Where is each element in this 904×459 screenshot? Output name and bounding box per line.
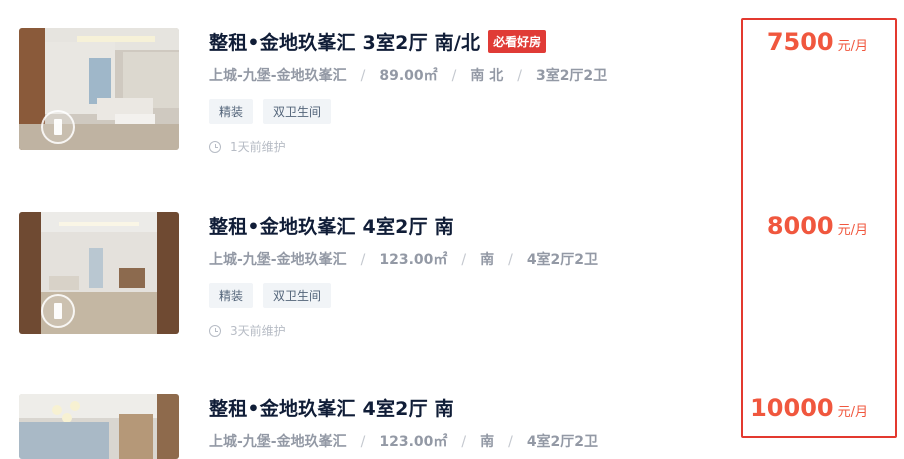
listing-item[interactable]: 整租•金地玖峯汇 3室2厅 南/北 必看好房 上城-九堡-金地玖峯汇 / 89.00… [0, 28, 904, 208]
clock-icon [209, 140, 221, 153]
maintenance-text: 1天前维护 [230, 140, 286, 154]
price-amount: 8000 [766, 212, 834, 240]
area-text: 89.00㎡ [379, 68, 438, 84]
separator: / [508, 252, 513, 268]
location-link[interactable]: 上城-九堡-金地玖峯汇 [209, 252, 347, 268]
listing-price: 8000 元/月 [767, 212, 868, 240]
price-unit: 元/月 [837, 223, 868, 238]
listing-title-row: 整租•金地玖峯汇 3室2厅 南/北 必看好房 [209, 28, 547, 55]
layout-text: 4室2厅2卫 [526, 434, 599, 450]
tag-bathroom: 双卫生间 [263, 283, 332, 308]
separator: / [451, 68, 457, 84]
orientation-text: 南 [480, 434, 495, 450]
area-text: 123.00㎡ [379, 434, 448, 450]
tag-decoration: 精装 [209, 99, 254, 124]
maintenance-text: 3天前维护 [230, 324, 286, 338]
listing-title-row: 整租•金地玖峯汇 4室2厅 南 [209, 212, 454, 238]
listing-title[interactable]: 整租•金地玖峯汇 4室2厅 南 [209, 394, 454, 421]
vr-view-icon [41, 294, 75, 328]
maintenance-info: 3天前维护 [209, 322, 286, 339]
orientation-text: 南 北 [470, 68, 504, 84]
tag-decoration: 精装 [209, 283, 254, 308]
listing-description: 上城-九堡-金地玖峯汇 / 123.00㎡ / 南 / 4室2厅2卫 [209, 431, 598, 451]
listing-price: 7500 元/月 [767, 28, 868, 56]
listing-description: 上城-九堡-金地玖峯汇 / 89.00㎡ / 南 北 / 3室2厅2卫 [209, 65, 607, 85]
listing-item[interactable]: 整租•金地玖峯汇 4室2厅 南 上城-九堡-金地玖峯汇 / 123.00㎡ / 南 / 4室… [0, 212, 904, 392]
separator: / [461, 434, 467, 450]
listing-thumbnail[interactable] [19, 212, 179, 334]
location-link[interactable]: 上城-九堡-金地玖峯汇 [209, 434, 347, 450]
tag-list: 精装 双卫生间 [209, 99, 341, 124]
layout-text: 4室2厅2卫 [526, 252, 599, 268]
location-link[interactable]: 上城-九堡-金地玖峯汇 [209, 68, 347, 84]
separator: / [517, 68, 522, 84]
separator: / [360, 68, 366, 84]
orientation-text: 南 [480, 252, 495, 268]
separator: / [360, 434, 366, 450]
listing-title[interactable]: 整租•金地玖峯汇 4室2厅 南 [209, 212, 454, 239]
vr-view-icon [41, 110, 75, 144]
listing-description: 上城-九堡-金地玖峯汇 / 123.00㎡ / 南 / 4室2厅2卫 [209, 249, 598, 269]
clock-icon [209, 324, 221, 337]
price-unit: 元/月 [837, 39, 868, 54]
listing-price: 10000 元/月 [750, 394, 868, 422]
tag-list: 精装 双卫生间 [209, 283, 341, 308]
layout-text: 3室2厅2卫 [535, 68, 608, 84]
room-photo [19, 394, 179, 459]
listing-title-row: 整租•金地玖峯汇 4室2厅 南 [209, 394, 454, 420]
listing-title[interactable]: 整租•金地玖峯汇 3室2厅 南/北 [209, 28, 480, 55]
price-amount: 10000 [750, 394, 834, 422]
area-text: 123.00㎡ [379, 252, 448, 268]
listing-thumbnail[interactable] [19, 394, 179, 459]
separator: / [461, 252, 467, 268]
listing-thumbnail[interactable] [19, 28, 179, 150]
separator: / [508, 434, 513, 450]
price-amount: 7500 [766, 28, 834, 56]
price-unit: 元/月 [837, 405, 868, 420]
listing-item[interactable]: 整租•金地玖峯汇 4室2厅 南 上城-九堡-金地玖峯汇 / 123.00㎡ / 南 / 4室… [0, 394, 904, 459]
separator: / [360, 252, 366, 268]
tag-bathroom: 双卫生间 [263, 99, 332, 124]
must-see-badge: 必看好房 [488, 29, 547, 53]
maintenance-info: 1天前维护 [209, 138, 286, 155]
